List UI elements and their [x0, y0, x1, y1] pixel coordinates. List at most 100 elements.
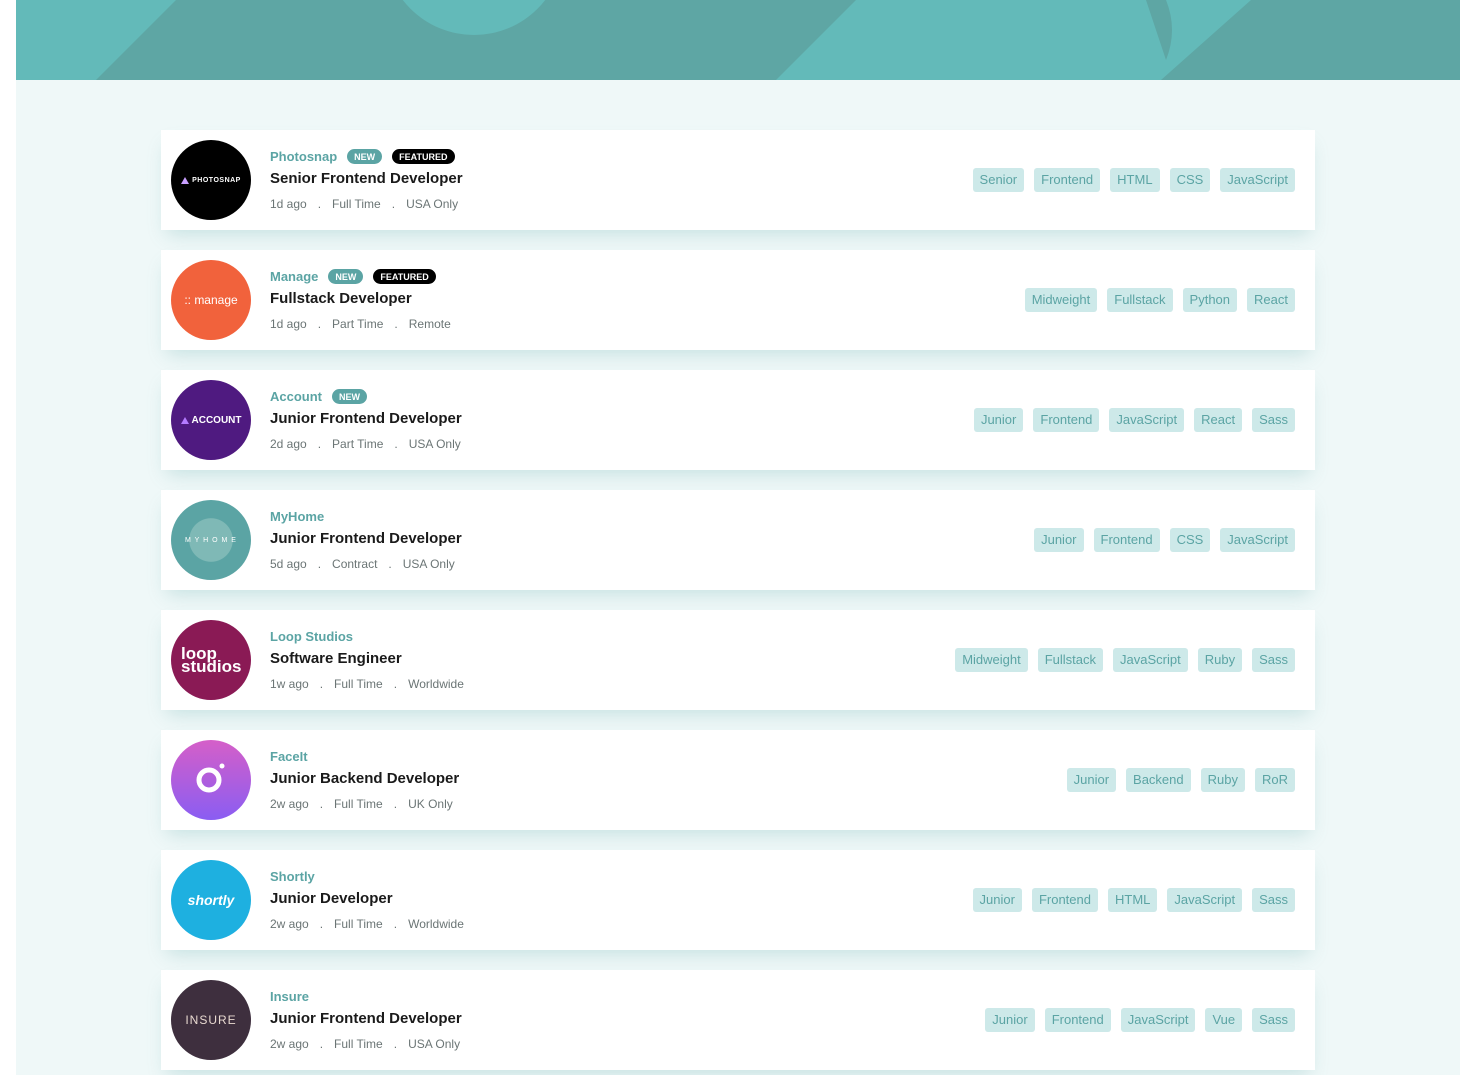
filter-tag-midweight[interactable]: Midweight [955, 648, 1028, 672]
job-header-row: Photosnap NEW FEATURED [270, 148, 455, 164]
job-header-row: Manage NEW FEATURED [270, 268, 436, 284]
new-badge: NEW [347, 148, 383, 164]
company-logo: M Y H O M E [171, 500, 251, 580]
filter-tag-ruby[interactable]: Ruby [1200, 768, 1245, 792]
job-header-row: MyHome [270, 508, 324, 524]
job-position[interactable]: Junior Frontend Developer [270, 1010, 462, 1027]
job-card[interactable]: loop studios Loop Studios Software Enginee… [161, 610, 1315, 710]
filter-tag-frontend[interactable]: Frontend [1033, 408, 1100, 432]
job-location: USA Only [408, 437, 461, 451]
filter-tag-html[interactable]: HTML [1110, 168, 1160, 192]
job-location: Worldwide [408, 917, 464, 931]
job-card[interactable]: :: manage Manage NEW FEATURED Fullstack Deve… [161, 250, 1315, 350]
job-header-row: FaceIt [270, 748, 308, 764]
company-logo: shortly [171, 860, 251, 940]
filter-tags: Midweight Fullstack JavaScript Ruby Sass [945, 648, 1295, 672]
filter-tag-ror[interactable]: RoR [1254, 768, 1295, 792]
filter-tag-junior[interactable]: Junior [972, 888, 1022, 912]
job-position[interactable]: Junior Frontend Developer [270, 410, 462, 427]
filter-tag-css[interactable]: CSS [1169, 168, 1211, 192]
separator-dot: . [393, 677, 398, 691]
filter-tag-ruby[interactable]: Ruby [1197, 648, 1243, 672]
filter-tag-frontend[interactable]: Frontend [1031, 888, 1098, 912]
featured-badge: FEATURED [392, 148, 455, 164]
job-meta: 2w ago. Full Time. UK Only [270, 797, 453, 811]
page: PHOTOSNAP Photosnap NEW FEATURED Senior Fron… [16, 0, 1460, 1075]
logo-mark: loop studios [181, 645, 241, 675]
job-card[interactable]: ACCOUNT Account NEW Junior Frontend Develop… [161, 370, 1315, 470]
filter-tag-frontend[interactable]: Frontend [1034, 168, 1101, 192]
company-name[interactable]: Account [270, 389, 322, 404]
company-name[interactable]: MyHome [270, 509, 324, 524]
company-name[interactable]: Photosnap [270, 149, 337, 164]
filter-tag-fullstack[interactable]: Fullstack [1037, 648, 1104, 672]
company-name[interactable]: Manage [270, 269, 318, 284]
job-card[interactable]: M Y H O M E MyHome Junior Frontend Develop… [161, 490, 1315, 590]
contract-type: Full Time [332, 197, 381, 211]
company-name[interactable]: Shortly [270, 869, 315, 884]
filter-tags: Junior Frontend JavaScript React Sass [964, 408, 1295, 432]
filter-tag-midweight[interactable]: Midweight [1024, 288, 1098, 312]
filter-tag-senior[interactable]: Senior [972, 168, 1025, 192]
separator-dot: . [317, 557, 322, 571]
job-position[interactable]: Senior Frontend Developer [270, 170, 463, 187]
filter-tag-backend[interactable]: Backend [1126, 768, 1191, 792]
posted-at: 1d ago [270, 197, 307, 211]
filter-tag-junior[interactable]: Junior [985, 1008, 1035, 1032]
job-location: USA Only [406, 197, 459, 211]
filter-tag-sass[interactable]: Sass [1252, 888, 1295, 912]
filter-tag-javascript[interactable]: JavaScript [1109, 408, 1185, 432]
filter-tag-javascript[interactable]: JavaScript [1113, 648, 1188, 672]
filter-tag-fullstack[interactable]: Fullstack [1107, 288, 1173, 312]
filter-tag-junior[interactable]: Junior [973, 408, 1024, 432]
job-position[interactable]: Fullstack Developer [270, 290, 412, 307]
filter-tag-react[interactable]: React [1194, 408, 1243, 432]
filter-tag-sass[interactable]: Sass [1252, 648, 1295, 672]
company-name[interactable]: Loop Studios [270, 629, 353, 644]
job-position[interactable]: Software Engineer [270, 650, 402, 667]
new-badge: NEW [332, 388, 367, 404]
filter-tag-sass[interactable]: Sass [1252, 1008, 1295, 1032]
company-name[interactable]: FaceIt [270, 749, 308, 764]
contract-type: Part Time [332, 437, 384, 451]
job-position[interactable]: Junior Frontend Developer [270, 530, 462, 547]
filter-tag-frontend[interactable]: Frontend [1044, 1008, 1111, 1032]
filter-tag-frontend[interactable]: Frontend [1093, 528, 1160, 552]
filter-tag-vue[interactable]: Vue [1205, 1008, 1243, 1032]
company-logo [171, 740, 251, 820]
filter-tag-junior[interactable]: Junior [1066, 768, 1117, 792]
logo-text: M Y H O M E [185, 536, 237, 544]
filter-tag-javascript[interactable]: JavaScript [1120, 1008, 1196, 1032]
filter-tag-react[interactable]: React [1247, 288, 1295, 312]
filter-tag-junior[interactable]: Junior [1034, 528, 1084, 552]
job-meta: 2d ago. Part Time. USA Only [270, 437, 461, 451]
job-position[interactable]: Junior Backend Developer [270, 770, 459, 787]
filter-tag-html[interactable]: HTML [1108, 888, 1158, 912]
logo-text: PHOTOSNAP [192, 176, 241, 184]
filter-tags: Midweight Fullstack Python React [1015, 288, 1295, 312]
contract-type: Full Time [334, 1037, 383, 1051]
logo-mark: shortly [188, 892, 235, 908]
job-card[interactable]: shortly Shortly Junior Developer 2w ago. Ful… [161, 850, 1315, 950]
job-position[interactable]: Junior Developer [270, 890, 393, 907]
job-card[interactable]: PHOTOSNAP Photosnap NEW FEATURED Senior Fron… [161, 130, 1315, 230]
separator-dot: . [319, 917, 324, 931]
job-card[interactable]: FaceIt Junior Backend Developer 2w ago. Ful… [161, 730, 1315, 830]
filter-tag-javascript[interactable]: JavaScript [1220, 528, 1295, 552]
filter-tag-javascript[interactable]: JavaScript [1220, 168, 1295, 192]
job-meta: 5d ago. Contract. USA Only [270, 557, 455, 571]
separator-dot: . [317, 437, 322, 451]
job-meta: 2w ago. Full Time. Worldwide [270, 917, 464, 931]
filter-tag-javascript[interactable]: JavaScript [1167, 888, 1243, 912]
separator-dot: . [388, 557, 392, 571]
filter-tag-sass[interactable]: Sass [1252, 408, 1295, 432]
separator-dot: . [394, 317, 398, 331]
company-logo: INSURE [171, 980, 251, 1060]
separator-dot: . [393, 917, 398, 931]
ring-icon [193, 760, 229, 801]
separator-dot: . [319, 677, 324, 691]
filter-tag-python[interactable]: Python [1182, 288, 1238, 312]
company-name[interactable]: Insure [270, 989, 309, 1004]
filter-tag-css[interactable]: CSS [1169, 528, 1211, 552]
job-card[interactable]: INSURE Insure Junior Frontend Developer 2w … [161, 970, 1315, 1070]
